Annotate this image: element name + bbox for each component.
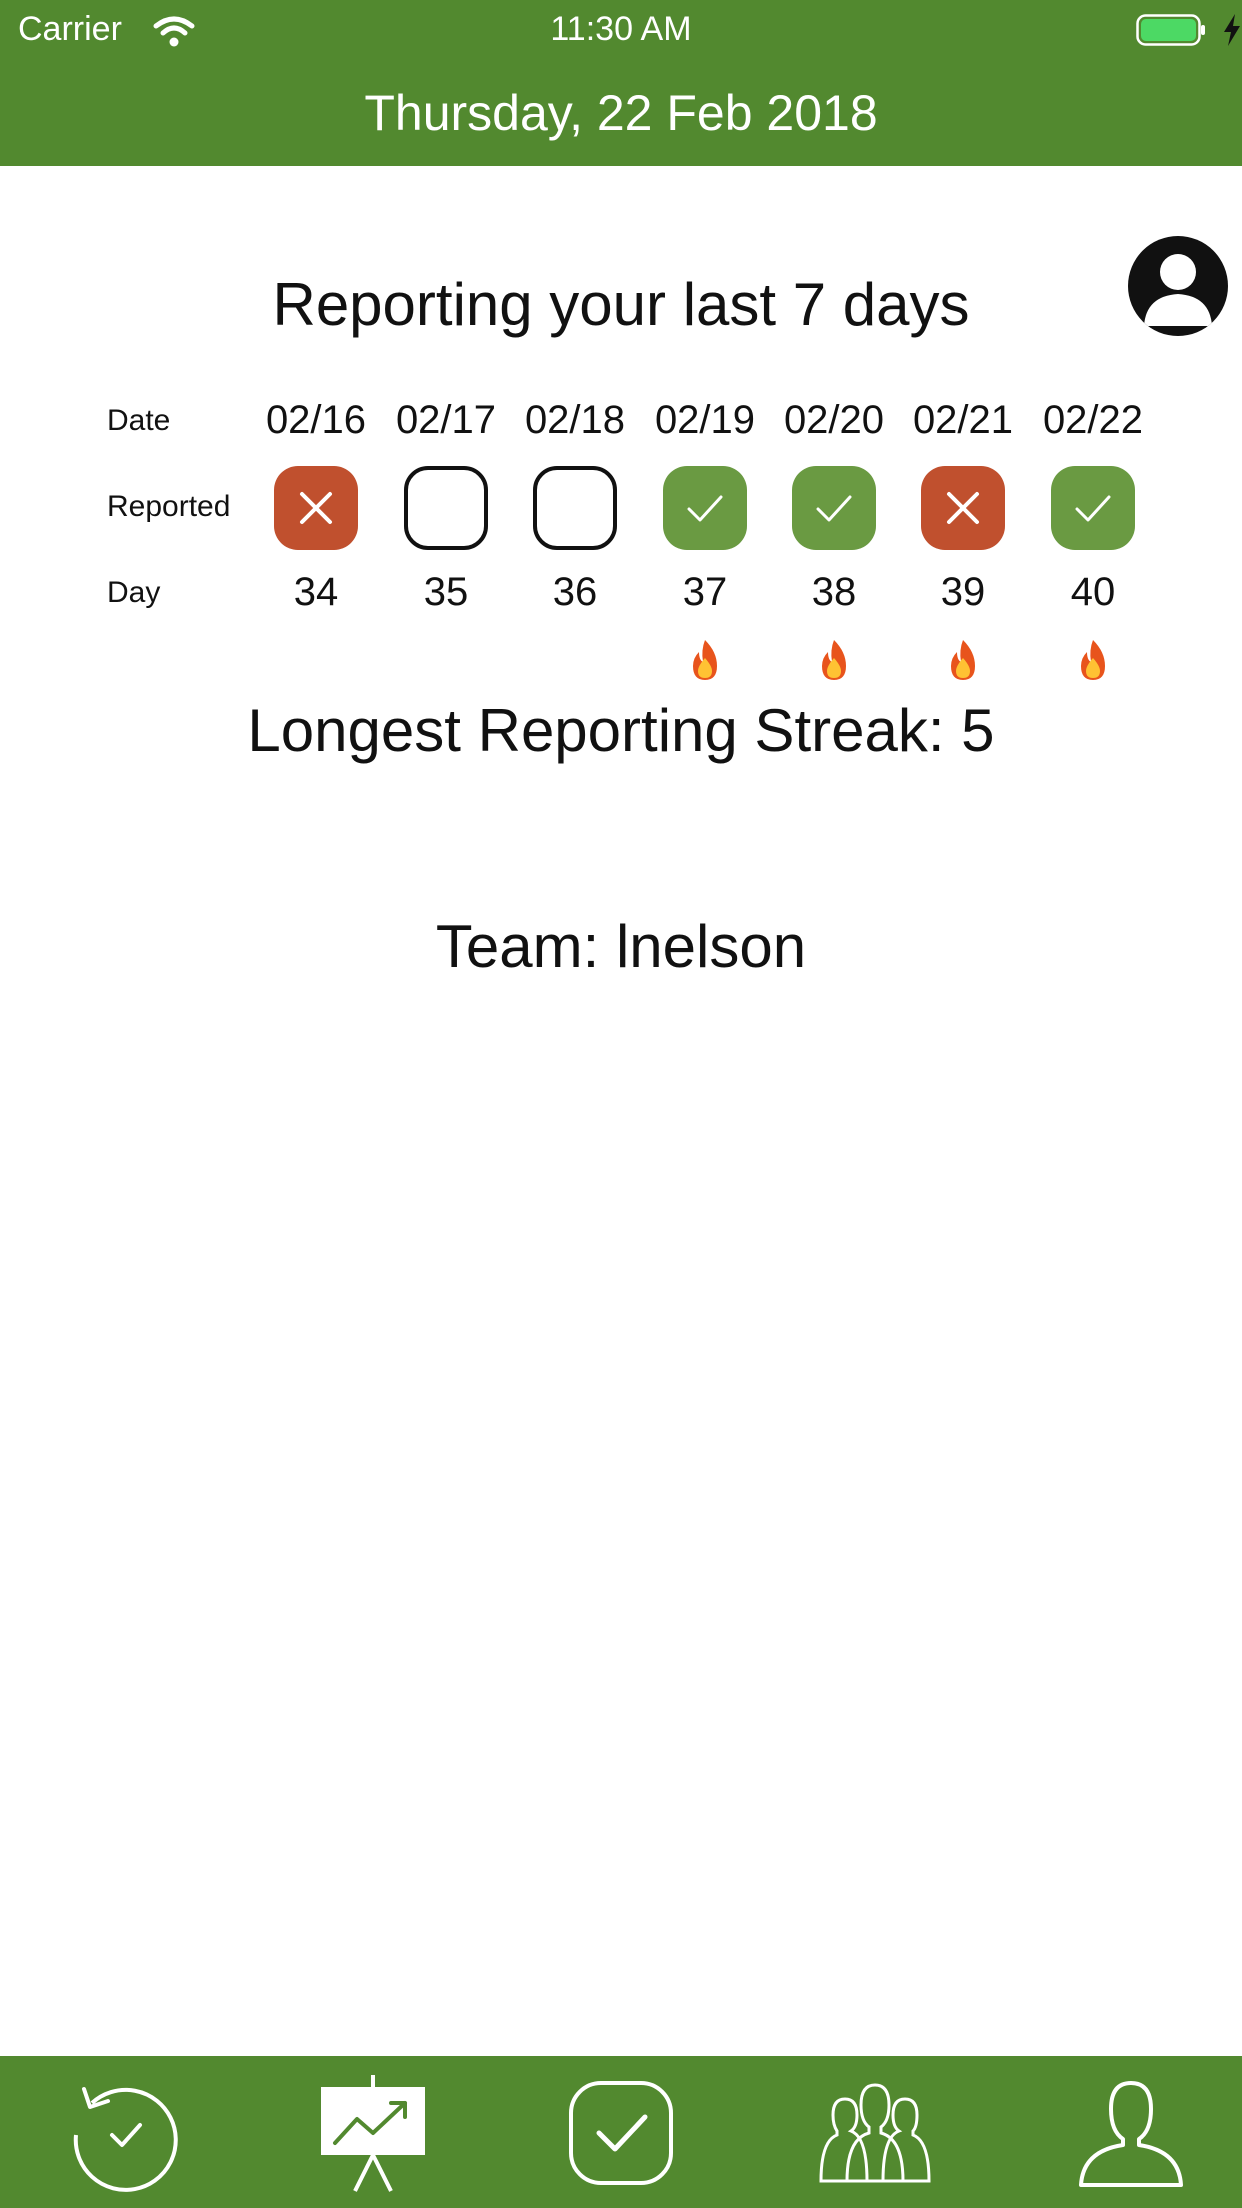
date-cell: 02/20	[783, 398, 885, 442]
reported-status-missed[interactable]	[274, 466, 358, 550]
check-icon	[687, 495, 723, 522]
fire-icon	[951, 640, 975, 680]
chart-presentation-icon	[321, 2075, 425, 2192]
status-time: 11:30 AM	[550, 10, 692, 48]
check-icon	[816, 495, 852, 522]
fire-icon	[1081, 640, 1105, 680]
header-bar: Carrier 11:30 AM Thursday, 22 Feb 2018	[0, 0, 1242, 166]
date-cell: 02/22	[1042, 398, 1144, 442]
longest-streak-text: Longest Reporting Streak: 5	[247, 697, 995, 764]
date-cell: 02/16	[265, 398, 367, 442]
user-icon	[1079, 2081, 1183, 2187]
battery-icon	[1136, 14, 1205, 46]
page-date-title: Thursday, 22 Feb 2018	[364, 85, 878, 141]
reported-status-reported[interactable]	[663, 466, 747, 550]
date-cell: 02/19	[654, 398, 756, 442]
tab-history[interactable]	[59, 2066, 189, 2200]
row-label-date: Date	[107, 404, 171, 437]
tab-profile[interactable]	[1066, 2066, 1196, 2200]
date-cell: 02/17	[395, 398, 497, 442]
check-icon	[1075, 495, 1111, 522]
reported-status-none[interactable]	[404, 466, 488, 550]
tab-team[interactable]	[810, 2066, 940, 2200]
row-label-reported: Reported	[107, 490, 231, 523]
tab-bar	[0, 2056, 1242, 2208]
reported-status-reported[interactable]	[792, 466, 876, 550]
day-number-cell: 34	[293, 570, 339, 614]
tab-report[interactable]	[556, 2066, 686, 2200]
reported-status-none[interactable]	[533, 466, 617, 550]
team-icon	[819, 2083, 931, 2183]
fire-icon	[822, 640, 846, 680]
day-number-cell: 38	[811, 570, 857, 614]
history-check-icon	[73, 2087, 178, 2192]
day-number-cell: 35	[423, 570, 469, 614]
team-name-text: Team: lnelson	[435, 913, 807, 980]
checkbox-icon	[569, 2081, 673, 2185]
tab-progress[interactable]	[308, 2066, 438, 2200]
row-label-day: Day	[107, 576, 161, 609]
day-number-cell: 37	[682, 570, 728, 614]
day-number-cell: 39	[940, 570, 986, 614]
day-number-cell: 40	[1070, 570, 1116, 614]
day-number-cell: 36	[552, 570, 598, 614]
fire-icon	[693, 640, 717, 680]
cross-icon	[300, 492, 332, 524]
cross-icon	[947, 492, 979, 524]
reported-status-reported[interactable]	[1051, 466, 1135, 550]
date-cell: 02/21	[912, 398, 1014, 442]
date-cell: 02/18	[524, 398, 626, 442]
reported-status-missed[interactable]	[921, 466, 1005, 550]
page-heading: Reporting your last 7 days	[272, 271, 970, 338]
charging-bolt-icon	[1224, 14, 1240, 46]
